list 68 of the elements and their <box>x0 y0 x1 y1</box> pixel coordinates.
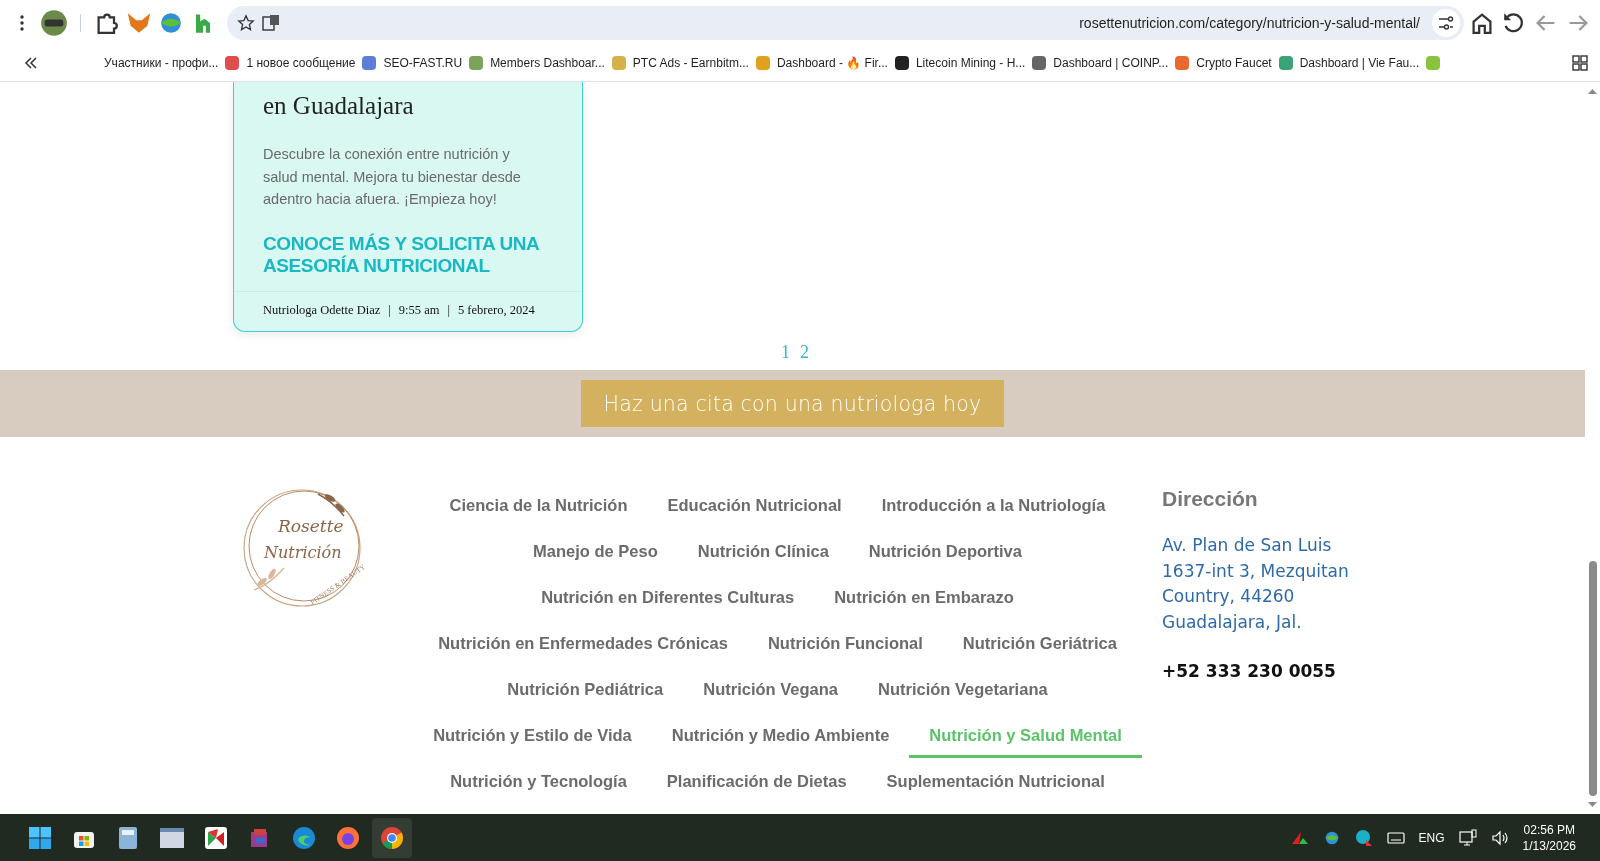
bookmark[interactable]: Crypto Faucet <box>1190 56 1278 70</box>
category-link[interactable]: Ciencia de la Nutrición <box>429 482 648 528</box>
post-author: Nutriologa Odette Diaz <box>263 303 381 318</box>
apps-icon[interactable] <box>1572 55 1588 71</box>
category-link[interactable]: Suplementación Nutricional <box>866 758 1125 804</box>
bookmark-favicon-icon <box>610 55 627 71</box>
category-link[interactable]: Nutrición y Estilo de Vida <box>413 712 652 758</box>
star-icon[interactable] <box>237 13 255 32</box>
bookmark[interactable]: Dashboard | Vie Fau... <box>1293 56 1426 70</box>
bookmark-favicon-icon <box>1425 55 1442 71</box>
bookmark-favicon-icon <box>468 55 485 71</box>
category-link[interactable]: Educación Nutricional <box>647 482 862 528</box>
address-line: Av. Plan de San Luis <box>1162 534 1333 557</box>
bookmark[interactable]: Members Dashboar... <box>484 56 611 70</box>
category-link[interactable]: Nutrición Pediátrica <box>487 666 684 712</box>
chrome-icon[interactable] <box>372 818 412 858</box>
bookmark[interactable]: PTC Ads - Earnbitm... <box>626 56 755 70</box>
category-link[interactable]: Manejo de Peso <box>513 528 678 574</box>
post-date: 5 febrero, 2024 <box>458 303 535 318</box>
category-link[interactable]: Nutrición Vegana <box>683 666 858 712</box>
category-link[interactable]: Planificación de Dietas <box>646 758 867 804</box>
address-line: Country, 44260 <box>1162 585 1296 608</box>
bookmark-favicon-icon <box>1031 55 1048 71</box>
bookmark-favicon-icon <box>1174 55 1191 71</box>
category-link[interactable]: Nutrición en Diferentes Culturas <box>521 574 815 620</box>
translate-icon[interactable] <box>261 12 281 33</box>
scrollbar-thumb[interactable] <box>1589 561 1597 796</box>
bookmark[interactable]: 1 новое сообщение <box>240 56 362 70</box>
category-link[interactable]: Nutrición y Medio Ambiente <box>651 712 910 758</box>
address-line: 1637-int 3, Mezquitan <box>1162 559 1349 583</box>
bookmark-favicon-icon <box>754 55 771 71</box>
bookmark-favicon-icon <box>1277 55 1294 71</box>
collapse-icon[interactable] <box>24 57 38 69</box>
network-icon[interactable] <box>1458 829 1477 847</box>
meta-separator: | <box>388 303 391 318</box>
phone-number: +52 333 230 0055 <box>1162 661 1337 681</box>
triangle-app-icon[interactable] <box>1290 830 1309 846</box>
bookmark[interactable]: Dashboard - 🔥 Fir... <box>770 56 894 70</box>
bookmark-favicon-icon <box>224 55 241 71</box>
bookmark-favicon-icon <box>893 55 910 71</box>
bookmark-favicon-icon <box>361 55 378 71</box>
meta-separator: | <box>447 303 450 318</box>
category-link[interactable]: Nutrición Funcional <box>747 620 943 666</box>
profile-avatar[interactable] <box>40 8 68 37</box>
keyboard-icon[interactable] <box>1386 831 1405 845</box>
scroll-down-icon[interactable] <box>1588 800 1597 809</box>
address-line: Guadalajara, Jal. <box>1162 610 1303 634</box>
bookmark[interactable]: SEO-FAST.RU <box>377 56 469 70</box>
category-link[interactable]: Nutrición y Tecnología <box>430 758 647 804</box>
language-indicator[interactable]: ENG <box>1418 831 1445 845</box>
bookmark[interactable]: Dashboard | COINP... <box>1047 56 1175 70</box>
category-link[interactable]: Introducción a la Nutriología <box>861 482 1126 528</box>
post-title: en Guadalajara <box>263 91 415 121</box>
scroll-up-icon[interactable] <box>1588 87 1597 96</box>
address-heading: Dirección <box>1162 487 1259 511</box>
bookmark[interactable]: Litecoin Mining - H... <box>909 56 1032 70</box>
volume-icon[interactable] <box>1490 829 1509 847</box>
post-excerpt: Descubre la conexión entre nutrición y salud mental. Mejora tu bienestar desde adentro hacia afuera. ¡Empieza hoy! <box>263 145 522 209</box>
category-link[interactable]: Nutrición en Enfermedades Crónicas <box>418 620 748 666</box>
bookmark[interactable]: Участники - профи... <box>98 56 225 70</box>
category-link[interactable]: Nutrición Vegetariana <box>858 666 1068 712</box>
category-link[interactable]: Nutrición Clínica <box>677 528 849 574</box>
category-link[interactable]: Nutrición en Embarazo <box>814 574 1034 620</box>
site-settings-icon[interactable] <box>1432 8 1460 37</box>
clock[interactable]: 02:56 PM 1/13/2026 <box>1522 822 1576 854</box>
post-time: 9:55 am <box>398 303 440 318</box>
category-link[interactable]: Nutrición Deportiva <box>848 528 1042 574</box>
category-link[interactable]: Nutrición Geriátrica <box>942 620 1137 666</box>
